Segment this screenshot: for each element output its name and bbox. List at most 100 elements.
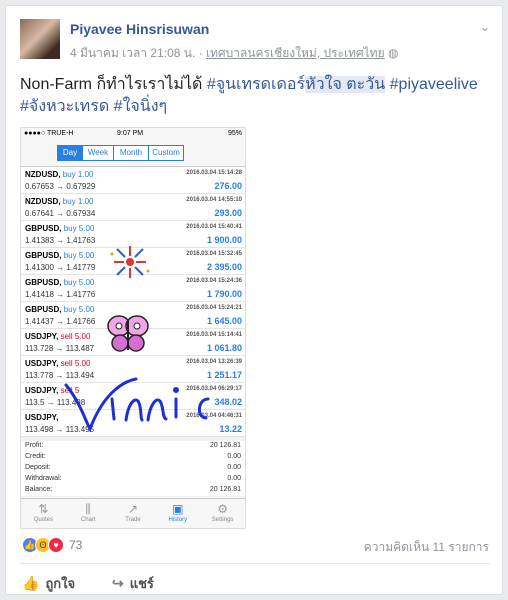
share-label: แชร์ bbox=[129, 576, 154, 591]
like-button[interactable]: 👍 ถูกใจ bbox=[22, 573, 75, 594]
trade-side: buy 5.00 bbox=[63, 224, 95, 233]
tab-label: Chart bbox=[80, 517, 96, 523]
comment-count-link[interactable]: ความคิดเห็น 11 รายการ bbox=[364, 538, 489, 557]
trade-row[interactable]: GBPUSD, buy 5.00 2016.03.04 15:32:45 1.413… bbox=[21, 248, 245, 275]
tab-quotes[interactable]: ⇅ Quotes bbox=[21, 499, 66, 528]
segment-week[interactable]: Week bbox=[82, 145, 114, 161]
trade-side: sell 5.00 bbox=[60, 359, 91, 368]
tab-label: Quotes bbox=[33, 517, 54, 523]
quotes-icon: ⇅ bbox=[38, 502, 49, 516]
trade-symbol: USDJPY, sell 5 bbox=[25, 386, 79, 395]
symbol-label: USDJPY, bbox=[25, 359, 59, 368]
trade-symbol: USDJPY, sell 5.00 bbox=[25, 332, 90, 341]
avatar[interactable] bbox=[20, 19, 60, 59]
summary-value: 0.00 bbox=[227, 453, 241, 460]
trade-profit: 1 900.00 bbox=[206, 235, 242, 245]
tab-history[interactable]: ▣ History bbox=[155, 499, 200, 528]
trade-date: 2016.03.04 15:40:41 bbox=[186, 224, 242, 230]
trade-date: 2016.03.04 04:46:31 bbox=[186, 413, 242, 419]
trade-prices: 0.67641 → 0.67934 bbox=[25, 209, 96, 218]
caption-text: Non-Farm ก็ทำไรเราไม่ได้ bbox=[20, 76, 207, 93]
summary-row: Deposit: 0.00 bbox=[21, 463, 245, 474]
symbol-label: GBPUSD, bbox=[25, 224, 62, 233]
trade-symbol: NZDUSD, buy 1.00 bbox=[25, 170, 94, 179]
trade-date: 2016.03.04 15:14:41 bbox=[186, 332, 242, 338]
symbol-label: GBPUSD, bbox=[25, 305, 62, 314]
trade-list: NZDUSD, buy 1.00 2016.03.04 15:14:28 0.676… bbox=[21, 167, 245, 437]
trade-symbol: USDJPY, bbox=[25, 413, 58, 422]
trade-profit: 348.02 bbox=[214, 397, 242, 407]
reaction-summary[interactable]: 👍 ʘ ♥ 73 bbox=[22, 536, 82, 554]
tab-settings[interactable]: ⚙ Settings bbox=[200, 499, 245, 528]
trade-profit: 13.22 bbox=[219, 424, 242, 434]
trade-symbol: GBPUSD, buy 5.00 bbox=[25, 305, 94, 314]
author-name[interactable]: Piyavee Hinsrisuwan bbox=[70, 21, 209, 37]
symbol-label: USDJPY, bbox=[25, 413, 59, 422]
summary-label: Profit: bbox=[25, 442, 44, 449]
trade-side: buy 1.00 bbox=[62, 197, 94, 206]
share-arrow-icon: ↪ bbox=[112, 575, 124, 591]
tab-trade[interactable]: ↗ Trade bbox=[111, 499, 156, 528]
battery-label: 95% bbox=[227, 130, 242, 137]
trade-profit: 1 251.17 bbox=[206, 370, 242, 380]
trade-side: sell 5 bbox=[60, 386, 80, 395]
segment-month[interactable]: Month bbox=[113, 145, 149, 161]
trade-side: buy 5.00 bbox=[63, 251, 95, 260]
post-location[interactable]: เทศบาลนครเชียงใหม่, ประเทศไทย bbox=[206, 46, 385, 60]
chevron-down-icon[interactable]: ⌄ bbox=[480, 20, 490, 34]
trade-row[interactable]: GBPUSD, buy 5.00 2016.03.04 15:24:36 1.414… bbox=[21, 275, 245, 302]
trade-prices: 1.41300 → 1.41779 bbox=[25, 263, 96, 272]
tab-label: History bbox=[168, 517, 188, 523]
history-icon: ▣ bbox=[172, 502, 184, 516]
post-card: Piyavee Hinsrisuwan 4 มีนาคม เวลา 21:08 … bbox=[5, 5, 503, 595]
trade-prices: 113.778 → 113.494 bbox=[25, 371, 95, 380]
trade-date: 2016.03.04 14:55:10 bbox=[186, 197, 242, 203]
trade-date: 2016.03.04 15:14:28 bbox=[186, 170, 242, 176]
trade-row[interactable]: USDJPY, sell 5.00 2016.03.04 15:14:41 113.… bbox=[21, 329, 245, 356]
tab-label: Trade bbox=[125, 517, 141, 523]
segment-custom[interactable]: Custom bbox=[148, 145, 184, 161]
hashtag[interactable]: #ใจนิ่งๆ bbox=[114, 98, 167, 115]
trade-symbol: GBPUSD, buy 5.00 bbox=[25, 251, 94, 260]
post-meta: 4 มีนาคม เวลา 21:08 น. · เทศบาลนครเชียงใ… bbox=[70, 44, 398, 63]
trade-prices: 0.67653 → 0.67929 bbox=[25, 182, 96, 191]
trade-row[interactable]: USDJPY, sell 5 2016.03.04 06:29:17 113.5 →… bbox=[21, 383, 245, 410]
action-divider bbox=[20, 563, 490, 564]
trade-side: buy 5.00 bbox=[63, 305, 95, 314]
post-date[interactable]: 4 มีนาคม เวลา 21:08 น. bbox=[70, 46, 195, 60]
trade-row[interactable]: USDJPY, sell 5.00 2016.03.04 13:26:39 113.… bbox=[21, 356, 245, 383]
reaction-count: 73 bbox=[69, 538, 83, 552]
summary-row: Withdrawal: 0.00 bbox=[21, 474, 245, 485]
summary-value: 20 126.81 bbox=[209, 486, 241, 493]
summary-label: Balance: bbox=[25, 486, 53, 493]
trade-row[interactable]: NZDUSD, buy 1.00 2016.03.04 15:14:28 0.676… bbox=[21, 167, 245, 194]
tab-label: Settings bbox=[211, 517, 234, 523]
hashtag[interactable]: #จูนเทรดเดอร์ bbox=[207, 76, 305, 93]
trade-row[interactable]: GBPUSD, buy 5.00 2016.03.04 15:24:21 1.414… bbox=[21, 302, 245, 329]
clock-label: 9:07 PM bbox=[117, 130, 144, 137]
love-reaction-icon: ♥ bbox=[48, 537, 64, 553]
post-photo[interactable]: ●●●●○ TRUE-H 9:07 PM 95% Day Week Month Cus… bbox=[20, 127, 246, 529]
hashtag-highlight[interactable]: หัวใจ ตะวัน bbox=[305, 76, 386, 93]
trade-symbol: NZDUSD, buy 1.00 bbox=[25, 197, 94, 206]
phone-tab-bar: ⇅ Quotes ⫼ Chart ↗ Trade ▣ History ⚙ Settings bbox=[21, 498, 245, 528]
segment-day[interactable]: Day bbox=[57, 145, 83, 161]
trade-profit: 1 645.00 bbox=[206, 316, 242, 326]
chart-icon: ⫼ bbox=[85, 502, 91, 516]
trade-row[interactable]: GBPUSD, buy 5.00 2016.03.04 15:40:41 1.413… bbox=[21, 221, 245, 248]
share-button[interactable]: ↪ แชร์ bbox=[112, 573, 154, 594]
symbol-label: NZDUSD, bbox=[25, 197, 61, 206]
carrier-label: ●●●●○ TRUE-H bbox=[24, 130, 74, 137]
tab-chart[interactable]: ⫼ Chart bbox=[66, 499, 111, 528]
hashtag[interactable]: #piyaveelive bbox=[390, 76, 478, 93]
symbol-label: GBPUSD, bbox=[25, 278, 62, 287]
summary-label: Withdrawal: bbox=[25, 475, 62, 482]
trade-row[interactable]: USDJPY, 2016.03.04 04:46:31 113.498 → 113… bbox=[21, 410, 245, 437]
trade-row[interactable]: NZDUSD, buy 1.00 2016.03.04 14:55:10 0.676… bbox=[21, 194, 245, 221]
post-caption: Non-Farm ก็ทำไรเราไม่ได้ #จูนเทรดเดอร์หั… bbox=[20, 74, 490, 118]
trade-date: 2016.03.04 15:24:21 bbox=[186, 305, 242, 311]
trade-prices: 1.41383 → 1.41763 bbox=[25, 236, 96, 245]
symbol-label: NZDUSD, bbox=[25, 170, 61, 179]
trade-profit: 276.00 bbox=[214, 181, 242, 191]
hashtag[interactable]: #จังหวะเทรด bbox=[20, 98, 109, 115]
